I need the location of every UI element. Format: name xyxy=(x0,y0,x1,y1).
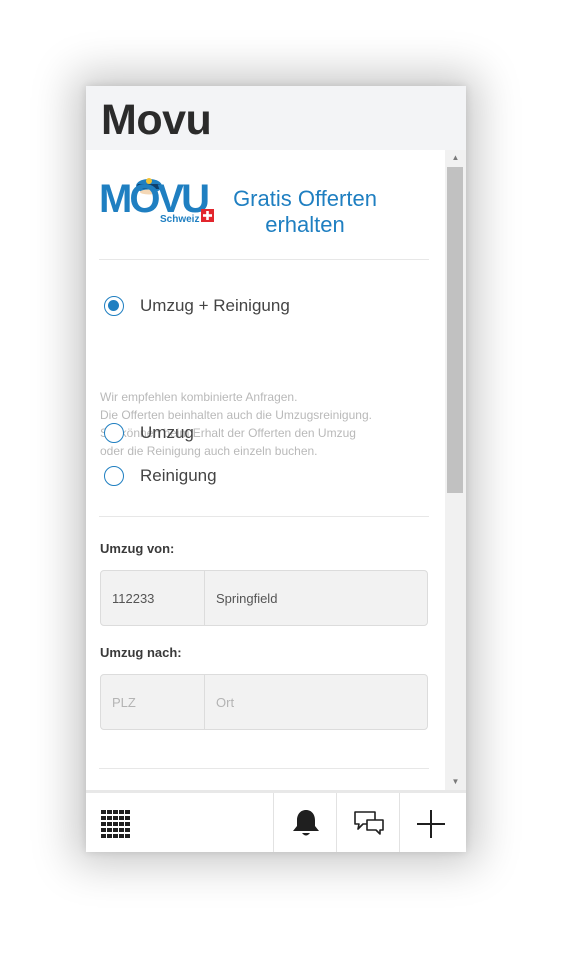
promo-title: Gratis Offerten erhalten xyxy=(233,186,377,237)
bottom-toolbar xyxy=(86,790,466,852)
to-zip-input[interactable] xyxy=(101,675,204,729)
scroll-thumb[interactable] xyxy=(447,167,463,493)
divider xyxy=(99,516,429,517)
notifications-button[interactable] xyxy=(273,793,336,852)
scrollbar[interactable]: ▲ ▼ xyxy=(445,150,466,790)
app-title: Movu xyxy=(101,96,212,144)
scroll-up-icon[interactable]: ▲ xyxy=(445,150,466,166)
radio-unchecked-icon[interactable] xyxy=(104,423,124,443)
scroll-down-icon[interactable]: ▼ xyxy=(445,774,466,790)
svg-text:Schweiz: Schweiz xyxy=(160,214,199,224)
plus-icon xyxy=(417,810,445,838)
from-label: Umzug von: xyxy=(100,541,175,556)
swiss-cross-icon xyxy=(201,209,214,222)
content-area: MOVU Schweiz Gratis Offerten erhalten Um… xyxy=(86,150,445,790)
divider xyxy=(99,768,429,769)
bell-icon xyxy=(293,810,319,836)
app-window: Movu MOVU Schweiz Gratis Offerten erhalt… xyxy=(86,86,466,852)
hint-line: Die Offerten beinhalten auch die Umzugsr… xyxy=(100,408,372,422)
movu-logo: MOVU Schweiz xyxy=(99,172,217,225)
apps-button[interactable] xyxy=(86,793,273,852)
app-header: Movu xyxy=(86,86,466,150)
option-label: Umzug xyxy=(140,423,194,442)
from-city-input[interactable] xyxy=(205,571,427,625)
hint-line: oder die Reinigung auch einzeln buchen. xyxy=(100,444,318,458)
to-city-input[interactable] xyxy=(205,675,427,729)
page-background: Movu MOVU Schweiz Gratis Offerten erhalt… xyxy=(0,0,565,954)
radio-unchecked-icon[interactable] xyxy=(104,466,124,486)
option-label: Reinigung xyxy=(140,466,217,485)
to-label: Umzug nach: xyxy=(100,645,182,660)
apps-grid-icon xyxy=(101,810,130,838)
radio-checked-icon[interactable] xyxy=(104,296,124,316)
chat-icon xyxy=(354,811,384,835)
hint-line: Wir empfehlen kombinierte Anfragen. xyxy=(100,390,298,404)
divider xyxy=(99,259,429,260)
to-address-group xyxy=(100,674,428,730)
add-button[interactable] xyxy=(399,793,466,852)
from-zip-input[interactable] xyxy=(101,571,204,625)
option-label: Umzug + Reinigung xyxy=(140,296,290,315)
chat-button[interactable] xyxy=(336,793,399,852)
from-address-group xyxy=(100,570,428,626)
